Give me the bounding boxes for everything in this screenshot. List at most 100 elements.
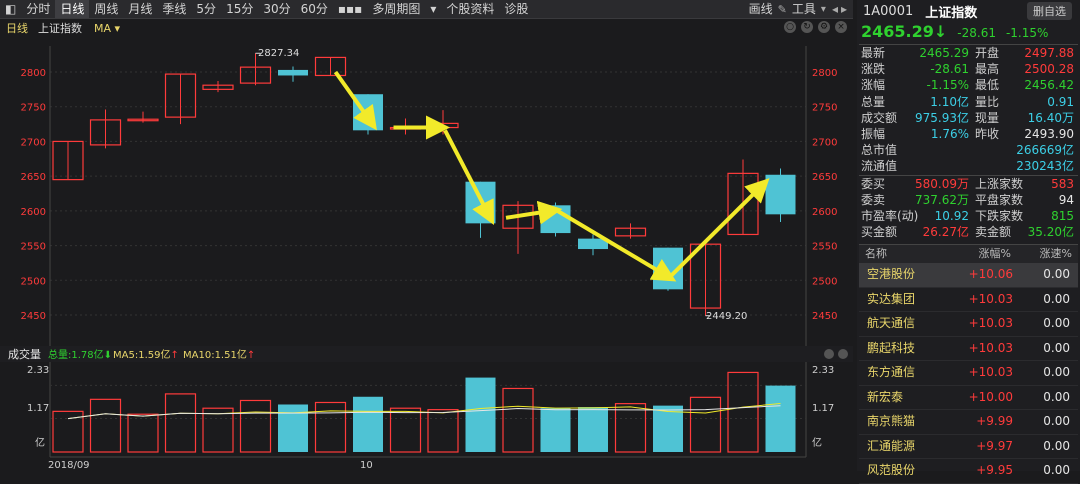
close-volume-icon[interactable] <box>824 349 834 359</box>
tab-quarterly[interactable]: 季线 <box>157 0 191 18</box>
quote-value: 580.09万 <box>915 176 969 191</box>
volume-ma10: MA10:1.51亿↑ <box>183 348 255 361</box>
y-tick-left: 2750 <box>21 103 46 114</box>
stock-name-cell: 南京熊猫 <box>867 414 916 428</box>
pct-cell: +10.00 <box>968 389 1013 404</box>
quote-label: 最高 <box>975 62 1000 77</box>
quote-value: 815 <box>1051 208 1074 223</box>
settings-volume-icon[interactable] <box>838 349 848 359</box>
quote-value: 0.91 <box>1047 94 1074 109</box>
y-tick-right: 2750 <box>812 103 837 114</box>
list-item[interactable]: 南京熊猫 +9.99 0.00 <box>859 410 1078 435</box>
arrow-left-icon[interactable]: ◂ <box>832 2 838 16</box>
list-item[interactable]: 空港股份 +10.06 0.00 <box>859 263 1078 288</box>
candlestick-chart[interactable]: 2800 2800 2750 2750 2700 2700 2650 2650 2600 2600… <box>0 38 853 471</box>
chevron-down-icon[interactable]: ▾ <box>425 0 441 18</box>
quote-label: 流通值 <box>861 159 898 174</box>
quote-label: 总量 <box>861 94 886 109</box>
vol-axis-top-left: 2.33 <box>27 365 49 376</box>
quote-label: 市盈率(动) <box>861 208 919 223</box>
quote-value: 35.20亿 <box>1027 225 1074 240</box>
pct-cell: +10.03 <box>968 291 1013 306</box>
list-item[interactable]: 东方通信 +10.03 0.00 <box>859 361 1078 386</box>
quote-value: 583 <box>1051 176 1074 191</box>
tab-15min[interactable]: 15分 <box>221 0 258 18</box>
list-item[interactable]: 鹏起科技 +10.03 0.00 <box>859 337 1078 361</box>
col-name-header[interactable]: 名称 <box>859 245 935 263</box>
y-tick-left: 2650 <box>21 172 46 183</box>
candle-body <box>765 174 796 215</box>
quote-value: 737.62万 <box>915 192 969 207</box>
candle-body <box>540 205 571 234</box>
list-item[interactable]: 新宏泰 +10.00 0.00 <box>859 386 1078 410</box>
y-tick-left: 2450 <box>21 311 46 322</box>
stock-name-cell: 鹏起科技 <box>867 340 916 355</box>
stock-name-cell: 新宏泰 <box>867 389 904 404</box>
xaxis-label-sep: 2018/09 <box>48 460 90 471</box>
price-change-pct: -1.15% <box>1005 26 1049 40</box>
tab-30min[interactable]: 30分 <box>258 0 295 18</box>
pct-cell: +10.06 <box>968 267 1013 281</box>
volume-bar <box>465 377 496 452</box>
draw-line-button[interactable]: 画线 <box>744 0 778 18</box>
col-pct-header[interactable]: 涨幅% <box>935 245 1011 263</box>
vol-axis-unit-left: 亿 <box>35 436 45 449</box>
stock-name-cell: 空港股份 <box>867 267 916 281</box>
tab-stock-info[interactable]: 个股资料 <box>441 0 499 18</box>
panel-toggle-icon[interactable]: ◧ <box>0 0 21 18</box>
y-tick-left: 2500 <box>21 276 46 287</box>
tab-multi-period[interactable]: 多周期图 <box>367 0 425 18</box>
list-item[interactable]: 汇通能源 +9.97 0.00 <box>859 435 1078 459</box>
quote-label: 最新 <box>861 46 886 60</box>
tab-intraday[interactable]: 分时 <box>21 0 55 18</box>
tab-daily[interactable]: 日线 <box>55 0 90 18</box>
price-change: -28.61 <box>957 26 996 40</box>
list-item[interactable]: 风范股份 +9.95 0.00 <box>859 459 1078 484</box>
speed-cell: 0.00 <box>1043 389 1070 404</box>
list-item[interactable]: 实达集团 +10.03 0.00 <box>859 288 1078 312</box>
quote-value: 1.10亿 <box>930 94 969 109</box>
chart-subbar: 日线 上证指数 MA ▾ ○ ↻ ⚙ × <box>0 19 853 37</box>
index-name: 上证指数 <box>38 22 82 35</box>
quote-label: 成交额 <box>861 110 898 125</box>
tab-diagnose[interactable]: 诊股 <box>499 0 533 18</box>
volume-bar <box>278 404 308 452</box>
ranking-header: 名称 涨幅% 涨速% <box>859 244 1078 263</box>
tab-60min[interactable]: 60分 <box>296 0 333 18</box>
chevron-down-icon[interactable]: ▾ <box>821 4 826 15</box>
y-tick-left: 2700 <box>21 137 46 148</box>
pct-cell: +10.03 <box>968 365 1013 379</box>
quote-label: 量比 <box>975 94 1000 109</box>
close-icon[interactable]: × <box>835 21 847 33</box>
settings-icon[interactable]: ⚙ <box>818 21 830 33</box>
quote-table: 最新 2465.29 开盘 2497.88 涨跌 -28.61 最高 2500.28 涨幅 -… <box>859 44 1078 240</box>
remove-watchlist-button[interactable]: 删自选 <box>1027 2 1072 20</box>
speed-cell: 0.00 <box>1043 340 1070 355</box>
xaxis-label-oct: 10 <box>360 460 373 471</box>
list-item[interactable]: 航天通信 +10.03 0.00 <box>859 312 1078 337</box>
speed-cell: 0.00 <box>1043 365 1070 379</box>
quote-label: 振幅 <box>861 126 886 141</box>
y-tick-right: 2800 <box>812 68 837 79</box>
quote-value: -28.61 <box>930 62 969 77</box>
refresh-icon[interactable]: ↻ <box>801 21 813 33</box>
tab-5min[interactable]: 5分 <box>191 0 221 18</box>
col-speed-header[interactable]: 涨速% <box>1011 245 1078 263</box>
zoom-icon[interactable]: ○ <box>784 21 796 33</box>
quote-value: 2493.90 <box>1024 126 1074 141</box>
quote-value: 16.40万 <box>1027 110 1074 125</box>
quote-value: 266669亿 <box>1016 143 1074 158</box>
more-periods-icon[interactable]: ▪▪▪ <box>333 0 367 18</box>
quote-value: -1.15% <box>926 78 969 93</box>
pct-cell: +9.97 <box>976 438 1013 453</box>
stock-name-cell: 实达集团 <box>867 291 916 306</box>
quote-value: 2456.42 <box>1024 78 1074 93</box>
arrow-right-icon[interactable]: ▸ <box>841 2 847 16</box>
ma-indicator[interactable]: MA ▾ <box>94 22 120 35</box>
tab-monthly[interactable]: 月线 <box>123 0 157 18</box>
tab-weekly[interactable]: 周线 <box>89 0 123 18</box>
y-tick-left: 2550 <box>21 242 46 253</box>
tools-button[interactable]: 工具 <box>787 0 821 18</box>
quote-value: 975.93亿 <box>915 110 969 125</box>
speed-cell: 0.00 <box>1043 267 1070 281</box>
